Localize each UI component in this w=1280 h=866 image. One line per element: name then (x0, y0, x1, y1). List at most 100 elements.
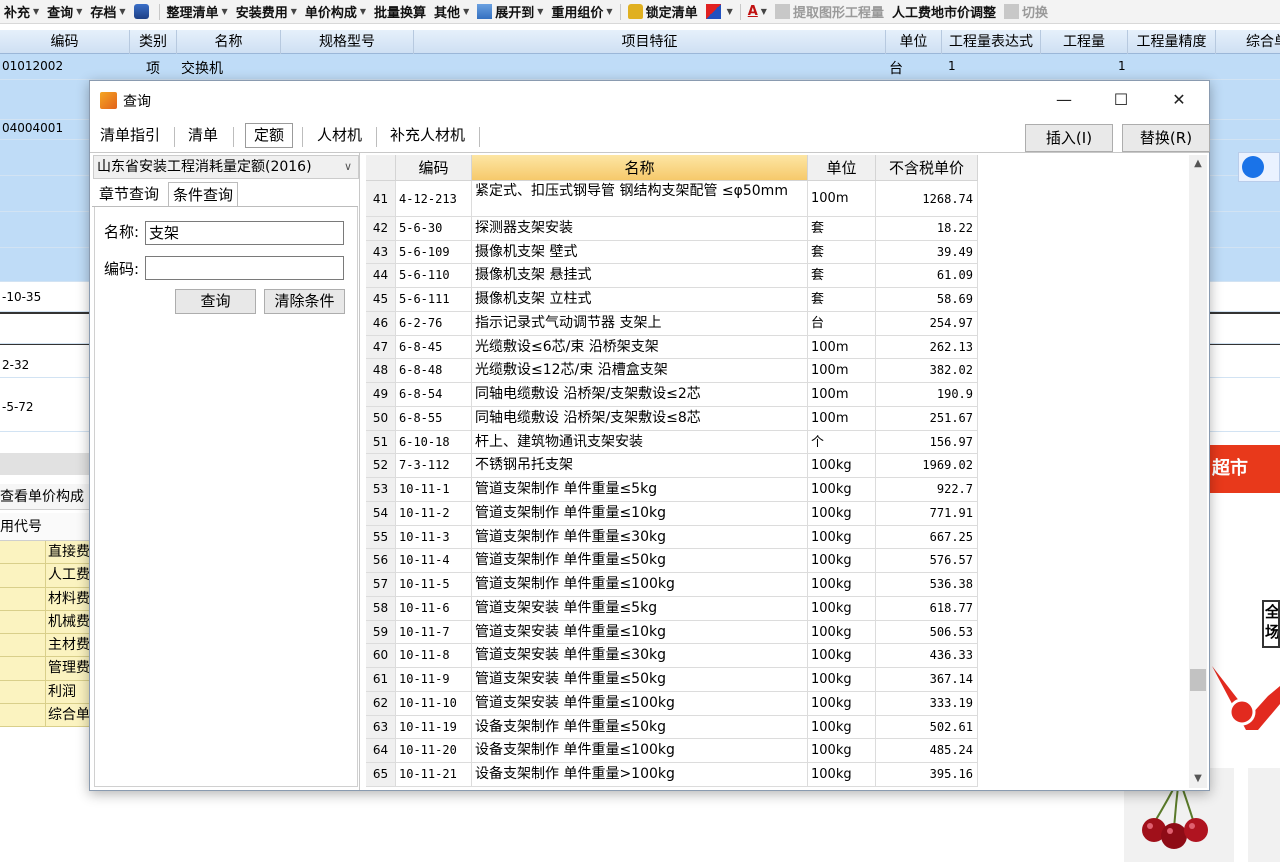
avatar-icon (1242, 156, 1264, 178)
scroll-down-icon[interactable]: ▼ (1189, 770, 1207, 788)
row-index: 55 (366, 525, 396, 549)
table-row[interactable]: 45 5-6-111 摄像机支架 立柱式套 58.69 (366, 288, 978, 312)
table-row[interactable]: 55 10-11-3 管道支架制作 单件重量≤30kg 100kg 667.25 (366, 525, 978, 550)
tab-supplement-labor-material[interactable]: 补充人材机 (382, 121, 473, 149)
toolbar-extract-quantity[interactable]: 提取图形工程量 (771, 1, 888, 23)
table-row[interactable]: 48 6-8-48 光缆敷设≤12芯/束 沿槽盒支架 100m 382.02 (366, 359, 978, 384)
col-code[interactable]: 编码 (396, 155, 472, 181)
ad-banner[interactable]: 超市 (1208, 445, 1280, 493)
list-item[interactable]: 主材费 (0, 634, 100, 658)
code-input[interactable] (145, 256, 344, 280)
table-row[interactable]: 46 6-2-76 指示记录式气动调节器 支架上台 254.97 (366, 311, 978, 336)
scroll-thumb[interactable] (1190, 669, 1206, 691)
table-row[interactable]: 53 10-11-1 管道支架制作 单件重量≤5kg 100kg 922.7 (366, 478, 978, 502)
list-item[interactable]: 人工费 (0, 564, 100, 588)
quota-library-select[interactable]: 山东省安装工程消耗量定额(2016) ∨ (93, 155, 359, 179)
col-qty[interactable]: 工程量 (1041, 30, 1128, 54)
col-spec[interactable]: 规格型号 (281, 30, 414, 54)
table-row[interactable]: 50 6-8-55 同轴电缆敷设 沿桥架/支架敷设≤8芯 100m 251.67 (366, 406, 978, 431)
list-item[interactable]: 直接费 (0, 541, 100, 565)
toolbar-batch-convert[interactable]: 批量换算 (370, 1, 430, 23)
table-row[interactable]: 52 7-3-112 不锈钢吊托支架 100kg 1969.02 (366, 454, 978, 479)
toolbar-unit-price[interactable]: 单价构成 ▼ (301, 1, 370, 23)
scroll-up-icon[interactable]: ▲ (1189, 155, 1207, 173)
col-composite[interactable]: 综合单 (1216, 30, 1280, 54)
table-row[interactable]: 41 4-12-213 紧定式、扣压式钢导管 钢结构支架配管 ≤φ50mm 100m 1… (366, 181, 978, 217)
toolbar-labor-adjust[interactable]: 人工费地市价调整 (888, 1, 1000, 23)
table-row[interactable]: 51 6-10-18 杆上、建筑物通讯支架安装个 156.97 (366, 430, 978, 455)
list-item[interactable]: 材料费 (0, 587, 100, 611)
col-type[interactable]: 类别 (130, 30, 177, 54)
col-precision[interactable]: 工程量精度 (1128, 30, 1216, 54)
toolbar-lock-list[interactable]: 锁定清单 (624, 1, 702, 23)
toolbar-other[interactable]: 其他 ▼ (430, 1, 473, 23)
product-image[interactable] (1248, 768, 1280, 862)
table-row[interactable]: 61 10-11-9 管道支架安装 单件重量≤50kg 100kg 367.14 (366, 668, 978, 692)
col-price[interactable]: 不含税单价 (876, 155, 978, 181)
table-row[interactable]: 60 10-11-8 管道支架安装 单件重量≤30kg 100kg 436.33 (366, 644, 978, 669)
list-item[interactable]: 机械费 (0, 610, 100, 635)
list-item[interactable]: 管理费 (0, 657, 100, 681)
row-index: 61 (366, 668, 396, 691)
toolbar-archive[interactable]: 存档 ▼ (86, 1, 129, 23)
toolbar-expand-to[interactable]: 展开到 ▼ (473, 1, 547, 23)
table-row[interactable]: 01012002 项 交换机 台 1 1 (0, 54, 1280, 80)
tab-condition-query[interactable]: 条件查询 (168, 182, 239, 206)
font-color-icon[interactable]: A ▼ (744, 1, 771, 23)
lock-icon (627, 4, 643, 19)
col-unit[interactable]: 单位 (808, 155, 876, 181)
row-unit: 套 (808, 217, 876, 240)
name-label: 名称: (104, 223, 140, 241)
col-name[interactable]: 名称 (472, 155, 808, 181)
row-code: 10-11-19 (396, 715, 472, 739)
table-row[interactable]: 64 10-11-20 设备支架制作 单件重量≤100kg 100kg 485.24 (366, 739, 978, 763)
row-price: 667.25 (876, 525, 978, 549)
toolbar-install-fee[interactable]: 安装费用 ▼ (232, 1, 301, 23)
table-row[interactable]: 59 10-11-7 管道支架安装 单件重量≤10kg 100kg 506.53 (366, 620, 978, 645)
user-avatar-widget[interactable] (1238, 152, 1280, 182)
tab-unit-price-composition[interactable]: 查看单价构成 (0, 484, 100, 510)
table-row[interactable]: 54 10-11-2 管道支架制作 单件重量≤10kg 100kg 771.91 (366, 501, 978, 526)
vertical-scrollbar[interactable]: ▲ ▼ (1189, 155, 1207, 788)
search-button[interactable]: 查询 (175, 289, 256, 314)
table-row[interactable]: 58 10-11-6 管道支架安装 单件重量≤5kg 100kg 618.77 (366, 596, 978, 621)
toolbar-query[interactable]: 查询 ▼ (43, 1, 86, 23)
tab-chapter-query[interactable]: 章节查询 (95, 182, 163, 206)
tab-list[interactable]: 清单 (180, 121, 226, 149)
tab-list-guide[interactable]: 清单指引 (92, 121, 168, 149)
insert-button[interactable]: 插入(I) (1025, 124, 1113, 152)
toolbar-reuse-price[interactable]: 重用组价 ▼ (547, 1, 616, 23)
paint-icon[interactable]: ▼ (702, 1, 737, 23)
toolbar-organize-list[interactable]: 整理清单 ▼ (163, 1, 232, 23)
close-icon[interactable]: ✕ (1156, 81, 1202, 119)
binoculars-icon[interactable] (130, 1, 156, 23)
maximize-icon[interactable]: ☐ (1098, 81, 1144, 119)
col-expr[interactable]: 工程量表达式 (942, 30, 1041, 54)
list-item[interactable]: 利润 (0, 680, 100, 705)
list-item[interactable]: 综合单 (0, 704, 100, 728)
clear-conditions-button[interactable]: 清除条件 (264, 289, 345, 314)
table-row[interactable]: 57 10-11-5 管道支架制作 单件重量≤100kg 100kg 536.38 (366, 573, 978, 597)
table-row[interactable]: 47 6-8-45 光缆敷设≤6芯/束 沿桥架支架 100m 262.13 (366, 335, 978, 360)
bottom-panel-divider (0, 453, 100, 475)
table-row[interactable]: 42 5-6-30 探测器支架安装套 18.22 (366, 217, 978, 241)
table-row[interactable]: 62 10-11-10 管道支架安装 单件重量≤100kg 100kg 333.19 (366, 691, 978, 716)
table-row[interactable]: 44 5-6-110 摄像机支架 悬挂式套 61.09 (366, 264, 978, 289)
table-row[interactable]: 49 6-8-54 同轴电缆敷设 沿桥架/支架敷设≤2芯 100m 190.9 (366, 383, 978, 407)
tab-quota[interactable]: 定额 (245, 123, 294, 148)
col-unit[interactable]: 单位 (886, 30, 942, 54)
toolbar-supplement[interactable]: 补充 ▼ (0, 1, 43, 23)
col-name[interactable]: 名称 (177, 30, 281, 54)
table-row[interactable]: 43 5-6-109 摄像机支架 壁式套 39.49 (366, 240, 978, 265)
tab-labor-material[interactable]: 人材机 (309, 121, 370, 149)
table-row[interactable]: 63 10-11-19 设备支架制作 单件重量≤50kg 100kg 502.61 (366, 715, 978, 740)
table-row[interactable]: 56 10-11-4 管道支架制作 单件重量≤50kg 100kg 576.57 (366, 549, 978, 574)
name-input[interactable]: 支架 (145, 221, 344, 245)
toolbar-switch[interactable]: 切换 (1000, 1, 1052, 23)
minimize-icon[interactable]: — (1041, 81, 1087, 119)
dialog-titlebar[interactable]: 查询 — ☐ ✕ (90, 81, 1209, 119)
table-row[interactable]: 65 10-11-21 设备支架制作 单件重量>100kg 100kg 395.16 (366, 763, 978, 787)
col-code[interactable]: 编码 (0, 30, 130, 54)
col-feature[interactable]: 项目特征 (414, 30, 886, 54)
replace-button[interactable]: 替换(R) (1122, 124, 1210, 152)
